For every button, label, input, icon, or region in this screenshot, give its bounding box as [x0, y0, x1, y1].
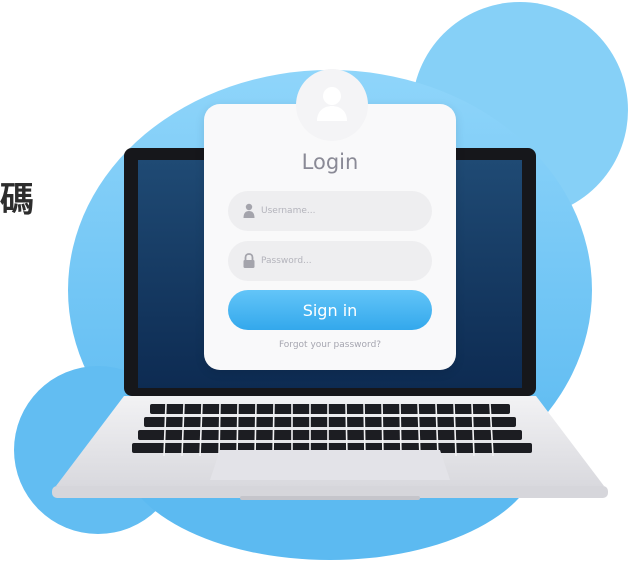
password-field[interactable] — [228, 241, 432, 281]
user-icon — [243, 203, 255, 218]
login-title: Login — [301, 150, 359, 174]
lock-icon — [243, 253, 255, 268]
user-avatar-icon — [296, 69, 368, 141]
touchpad — [210, 450, 450, 480]
password-input[interactable] — [261, 241, 421, 281]
forgot-password-link[interactable]: Forgot your password? — [204, 340, 456, 350]
login-card — [204, 104, 456, 370]
username-input[interactable] — [261, 191, 421, 231]
sign-in-button[interactable]: Sign in — [228, 290, 432, 330]
username-field[interactable] — [228, 191, 432, 231]
